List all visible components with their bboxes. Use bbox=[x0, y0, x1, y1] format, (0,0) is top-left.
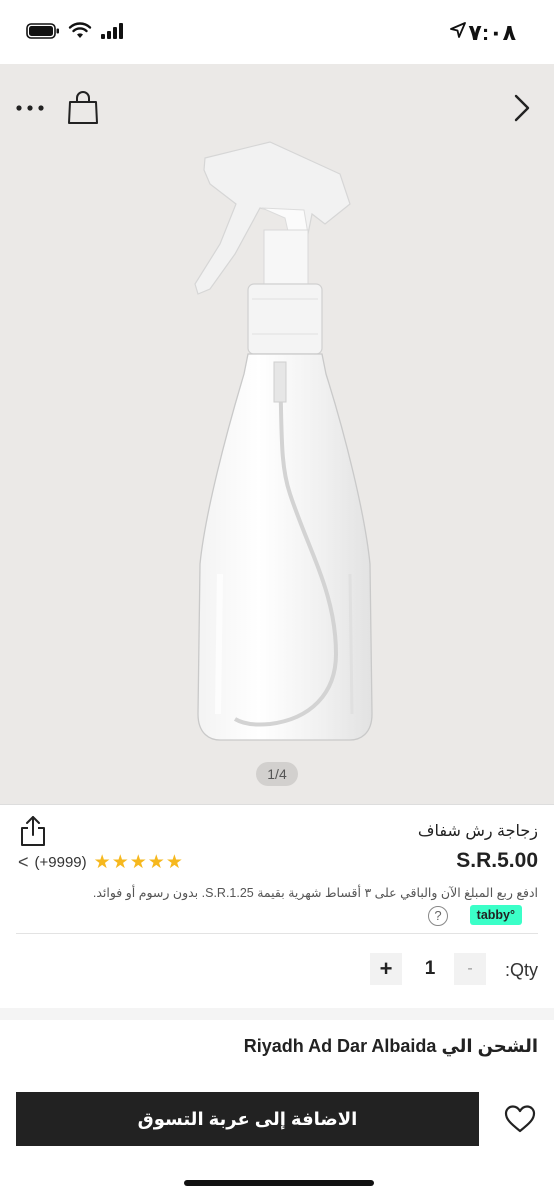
section-divider bbox=[0, 1008, 554, 1020]
shopping-bag-icon[interactable] bbox=[66, 90, 100, 126]
product-image-gallery[interactable]: 1/4 bbox=[0, 64, 554, 804]
image-page-indicator: 1/4 bbox=[256, 762, 298, 786]
star-icon: ★ bbox=[93, 852, 111, 873]
shipping-destination: Riyadh Ad Dar Albaida bbox=[243, 1036, 437, 1056]
quantity-label: :Qty bbox=[504, 960, 538, 980]
shipping-label: الشحن الي bbox=[441, 1036, 538, 1056]
product-rating[interactable]: < (+9999) ★★★★★ bbox=[18, 851, 183, 874]
add-to-cart-button[interactable]: الاضافة إلى عربة التسوق bbox=[16, 1092, 479, 1146]
product-title: زجاجة رش شفاف bbox=[417, 823, 538, 840]
rating-stars: ★★★★★ bbox=[93, 851, 183, 874]
product-info-panel: زجاجة رش شفاف < (+9999) ★★★★★ S.R.5.00 ا… bbox=[0, 804, 554, 1008]
product-price: S.R.5.00 bbox=[456, 849, 538, 872]
spray-bottle-image bbox=[194, 141, 373, 741]
heart-icon[interactable] bbox=[504, 1104, 536, 1134]
rating-count: (+9999) bbox=[34, 854, 87, 871]
wifi-icon bbox=[68, 22, 92, 38]
battery-icon bbox=[26, 23, 59, 39]
star-icon: ★ bbox=[165, 852, 183, 873]
bottom-action-bar: الاضافة إلى عربة التسوق bbox=[0, 1076, 554, 1200]
star-icon: ★ bbox=[111, 852, 129, 873]
installment-text: ادفع ربع المبلغ الآن والباقي على ٣ أقساط… bbox=[92, 886, 538, 900]
help-icon[interactable]: ? bbox=[428, 906, 448, 926]
tabby-badge: tabby° bbox=[469, 905, 522, 925]
more-dots-icon[interactable] bbox=[12, 90, 48, 126]
star-icon: ★ bbox=[147, 852, 165, 873]
star-icon: ★ bbox=[129, 852, 147, 873]
quantity-increase-button[interactable]: + bbox=[370, 953, 402, 985]
chevron-left-icon: < bbox=[18, 852, 29, 872]
share-icon[interactable] bbox=[18, 813, 48, 849]
divider bbox=[16, 933, 538, 934]
chevron-right-icon[interactable] bbox=[508, 88, 536, 128]
quantity-decrease-button[interactable]: - bbox=[454, 953, 486, 985]
home-indicator bbox=[184, 1180, 374, 1186]
status-icons bbox=[26, 22, 126, 40]
quantity-value: 1 bbox=[424, 958, 436, 979]
status-bar: ٧:٠٨ bbox=[0, 0, 554, 64]
status-time: ٧:٠٨ bbox=[468, 20, 516, 45]
hero-toolbar bbox=[0, 80, 554, 136]
location-arrow-icon bbox=[450, 22, 466, 38]
shipping-destination-row: Riyadh Ad Dar Albaida الشحن الي bbox=[244, 1036, 538, 1057]
signal-icon bbox=[101, 23, 123, 39]
